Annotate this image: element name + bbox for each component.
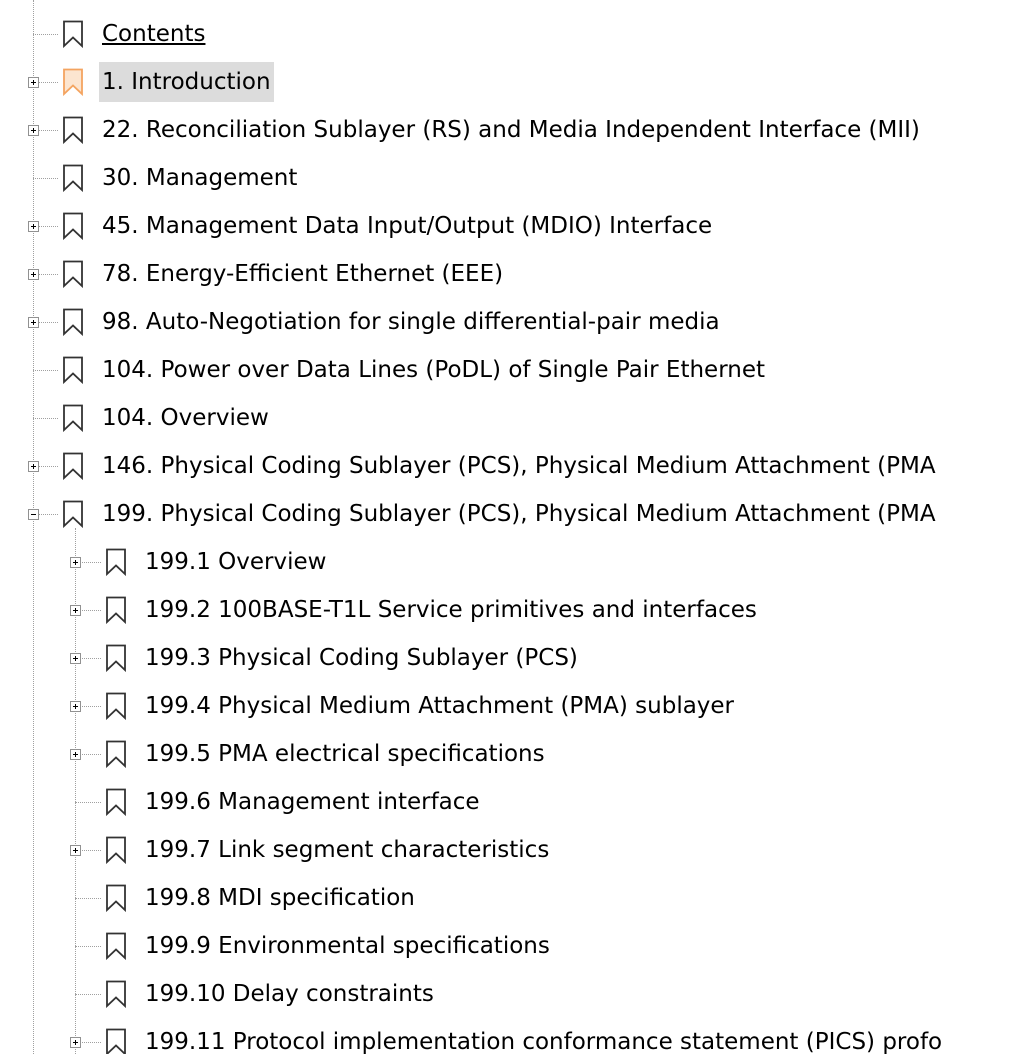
expand-icon[interactable] [70, 749, 81, 760]
bookmark-label[interactable]: 199.7 Link segment characteristics [142, 830, 552, 870]
bookmark-label[interactable]: 1. Introduction [99, 62, 274, 102]
bookmark-label[interactable]: 98. Auto-Negotiation for single differen… [99, 302, 723, 342]
expand-icon[interactable] [70, 653, 81, 664]
tree-connector [33, 370, 58, 371]
bookmark-label[interactable]: 199.4 Physical Medium Attachment (PMA) s… [142, 686, 737, 726]
collapse-icon[interactable] [28, 509, 39, 520]
bookmark-label[interactable]: 199.3 Physical Coding Sublayer (PCS) [142, 638, 581, 678]
expand-icon[interactable] [70, 557, 81, 568]
tree-connector [33, 418, 58, 419]
bookmark-label[interactable]: 45. Management Data Input/Output (MDIO) … [99, 206, 715, 246]
bookmark-icon [63, 404, 83, 432]
bookmark-label[interactable]: 199. Physical Coding Sublayer (PCS), Phy… [99, 494, 939, 534]
bookmark-label[interactable]: 199.1 Overview [142, 542, 329, 582]
expand-icon[interactable] [28, 317, 39, 328]
bookmark-icon [63, 452, 83, 480]
bookmark-label[interactable]: 199.11 Protocol implementation conforman… [142, 1022, 945, 1054]
expand-icon[interactable] [28, 221, 39, 232]
tree-connector [33, 34, 58, 35]
bookmark-icon [106, 740, 126, 768]
bookmark-icon [63, 116, 83, 144]
bookmark-icon [106, 596, 126, 624]
bookmark-icon [63, 356, 83, 384]
bookmark-icon [106, 644, 126, 672]
bookmark-label[interactable]: 199.10 Delay constraints [142, 974, 437, 1014]
bookmark-icon [63, 20, 83, 48]
expand-icon[interactable] [28, 461, 39, 472]
bookmark-icon [106, 932, 126, 960]
bookmark-icon [63, 308, 83, 336]
bookmark-label[interactable]: Contents [99, 14, 208, 54]
bookmark-icon [106, 692, 126, 720]
bookmark-label[interactable]: 104. Overview [99, 398, 272, 438]
bookmark-label[interactable]: 146. Physical Coding Sublayer (PCS), Phy… [99, 446, 939, 486]
bookmark-label[interactable]: 78. Energy-Efficient Ethernet (EEE) [99, 254, 506, 294]
tree-connector [33, 178, 58, 179]
tree-connector [75, 994, 101, 995]
bookmark-icon [106, 836, 126, 864]
bookmark-icon [106, 788, 126, 816]
bookmark-icon [63, 164, 83, 192]
bookmark-label[interactable]: 30. Management [99, 158, 300, 198]
bookmark-icon [63, 68, 83, 96]
expand-icon[interactable] [70, 701, 81, 712]
expand-icon[interactable] [28, 269, 39, 280]
bookmark-label[interactable]: 104. Power over Data Lines (PoDL) of Sin… [99, 350, 768, 390]
expand-icon[interactable] [28, 125, 39, 136]
tree-connector [75, 946, 101, 947]
bookmark-icon [106, 980, 126, 1008]
bookmark-label[interactable]: 22. Reconciliation Sublayer (RS) and Med… [99, 110, 923, 150]
bookmark-icon [106, 884, 126, 912]
bookmark-icon [63, 212, 83, 240]
bookmark-icon [106, 1028, 126, 1054]
expand-icon[interactable] [70, 1037, 81, 1048]
bookmark-label[interactable]: 199.5 PMA electrical specifications [142, 734, 548, 774]
expand-icon[interactable] [70, 845, 81, 856]
bookmark-label[interactable]: 199.6 Management interface [142, 782, 483, 822]
bookmark-label[interactable]: 199.2 100BASE-T1L Service primitives and… [142, 590, 760, 630]
expand-icon[interactable] [28, 77, 39, 88]
bookmark-icon [106, 548, 126, 576]
bookmark-label[interactable]: 199.8 MDI specification [142, 878, 418, 918]
tree-line-root [33, 0, 34, 1054]
bookmark-icon [63, 500, 83, 528]
bookmarks-panel: Contents 1. Introduction 22. Reconciliatio… [0, 0, 1017, 1054]
tree-connector [75, 898, 101, 899]
tree-connector [75, 802, 101, 803]
bookmark-icon [63, 260, 83, 288]
bookmark-label[interactable]: 199.9 Environmental specifications [142, 926, 553, 966]
expand-icon[interactable] [70, 605, 81, 616]
